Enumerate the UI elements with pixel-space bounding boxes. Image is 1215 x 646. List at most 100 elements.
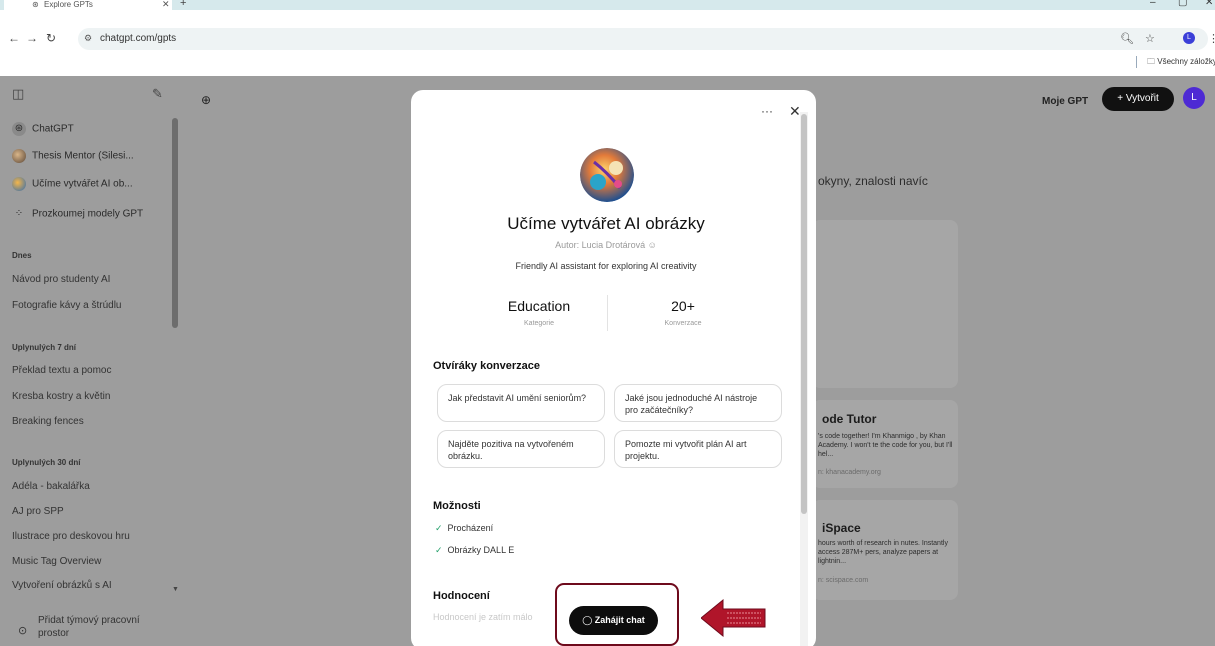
sidebar-chat-item[interactable]: Kresba kostry a květin <box>12 391 110 402</box>
forward-icon[interactable]: → <box>26 31 38 45</box>
stat-label: Konverzace <box>664 320 702 327</box>
browser-tab[interactable]: ⊛ Explore GPTs ✕ <box>4 0 172 10</box>
scroll-down-icon[interactable]: ▼ <box>172 586 179 593</box>
new-tab-icon[interactable]: + <box>180 0 186 9</box>
gpt-detail-modal: ··· ✕ Učíme vytvářet AI obrázky Autor: L… <box>411 90 816 646</box>
sidebar-item-chatgpt[interactable]: ⊛ ChatGPT <box>12 122 74 136</box>
stat-category: Education Kategorie <box>464 298 614 327</box>
sidebar-chat-item[interactable]: Vytvoření obrázků s AI <box>12 580 112 591</box>
conversation-starter[interactable]: Jaké jsou jednoduché AI nástroje pro zač… <box>614 384 782 422</box>
conversation-starter[interactable]: Pomozte mi vytvořit plán AI art projektu… <box>614 430 782 468</box>
person-icon: ☺ <box>647 240 657 250</box>
bookmark-star-icon[interactable]: ☆ <box>1145 32 1155 45</box>
card-author: n: khanacademy.org <box>818 469 881 476</box>
back-icon[interactable]: ← <box>8 31 20 45</box>
conversation-starter[interactable]: Jak představit AI umění seniorům? <box>437 384 605 422</box>
stat-label: Kategorie <box>524 320 554 327</box>
browser-tabstrip: ⌄ ⊛ Explore GPTs ✕ + – ▢ ✕ <box>0 0 1215 10</box>
capability-label: Procházení <box>447 523 494 533</box>
zoom-icon[interactable]: 🔍︎ <box>1120 32 1134 45</box>
modal-scrollbar-thumb[interactable] <box>801 114 807 514</box>
gpt-author: Autor: Lucia Drotárová ☺ <box>411 240 801 250</box>
sidebar-item-label: Učíme vytvářet AI ob... <box>32 178 133 190</box>
capability-item: ✓ Procházení <box>435 523 493 534</box>
more-options-icon[interactable]: ··· <box>761 104 773 118</box>
background-card <box>812 220 958 388</box>
gpt-description: Friendly AI assistant for exploring AI c… <box>515 261 697 271</box>
card-title: ode Tutor <box>822 412 877 426</box>
check-icon: ✓ <box>435 523 443 533</box>
sidebar-chat-item[interactable]: Fotografie kávy a štrúdlu <box>12 300 122 311</box>
sidebar-chat-item[interactable]: Návod pro studenty AI <box>12 274 110 285</box>
browser-profile-avatar[interactable]: L <box>1183 32 1195 44</box>
sidebar-chat-item[interactable]: Překlad textu a pomoc <box>12 365 112 376</box>
sidebar-item-label: Thesis Mentor (Silesi... <box>32 150 134 162</box>
restore-icon[interactable]: ▢ <box>1178 0 1187 8</box>
browser-menu-icon[interactable]: ⋮ <box>1208 32 1215 45</box>
sidebar-item-thesis-mentor[interactable]: Thesis Mentor (Silesi... <box>12 149 134 163</box>
card-title: iSpace <box>822 521 861 535</box>
all-bookmarks-folder[interactable]: 🗀 Všechny záložky <box>1147 56 1215 70</box>
close-icon[interactable]: ✕ <box>789 103 801 120</box>
check-icon: ✓ <box>435 545 443 555</box>
chat-bubble-icon: ◯ <box>582 615 593 625</box>
start-chat-button[interactable]: ◯ Zahájit chat <box>569 606 658 635</box>
sidebar-item-label: ChatGPT <box>32 123 74 135</box>
site-settings-icon[interactable]: ⚙ <box>84 33 92 44</box>
sidebar-item-ucime-ai[interactable]: Učíme vytvářet AI ob... <box>12 177 133 191</box>
stat-value: 20+ <box>671 298 695 314</box>
sidebar-group-heading: Uplynulých 7 dní <box>12 343 77 352</box>
gpt-avatar-icon <box>12 177 26 191</box>
starters-heading: Otvíráky konverzace <box>433 360 541 372</box>
minimize-icon[interactable]: – <box>1150 0 1156 8</box>
sidebar-chat-item[interactable]: Music Tag Overview <box>12 556 101 567</box>
sidebar-chat-item[interactable]: AJ pro SPP <box>12 506 64 517</box>
stat-value: Education <box>507 298 571 314</box>
rating-heading: Hodnocení <box>433 590 490 602</box>
background-headline: okyny, znalosti navíc <box>818 174 928 188</box>
capabilities-heading: Možnosti <box>433 500 481 512</box>
gpt-logo <box>580 148 634 202</box>
sidebar-chat-item[interactable]: Ilustrace pro deskovou hru <box>12 531 130 542</box>
openai-favicon-icon: ⊛ <box>32 0 39 9</box>
sidebar-item-explore-gpts[interactable]: ⁘ Prozkoumej modely GPT <box>12 207 143 221</box>
team-workspace-icon: ⊙ <box>18 625 28 637</box>
rating-note: Hodnocení je zatím málo <box>433 612 533 622</box>
card-description: hours worth of research in nutes. Instan… <box>818 540 948 565</box>
sidebar-item-label: Prozkoumej modely GPT <box>32 208 144 220</box>
address-bar[interactable]: ⚙ chatgpt.com/gpts <box>78 28 1208 50</box>
bookmarks-folder-label: Všechny záložky <box>1157 57 1215 66</box>
globe-icon: ⊕ <box>201 93 212 107</box>
sidebar-group-heading: Dnes <box>12 251 32 260</box>
folder-icon: 🗀 <box>1147 57 1155 66</box>
create-gpt-button[interactable]: + Vytvořit <box>1102 87 1174 111</box>
author-text: Autor: Lucia Drotárová <box>555 240 646 250</box>
stat-conversations: 20+ Konverzace <box>608 298 758 327</box>
sidebar-scrollbar[interactable] <box>172 118 178 328</box>
openai-icon: ⊛ <box>12 122 26 136</box>
user-avatar[interactable]: L <box>1183 87 1205 109</box>
tab-title: Explore GPTs <box>44 0 93 9</box>
tab-close-icon[interactable]: ✕ <box>162 0 170 10</box>
url-text: chatgpt.com/gpts <box>100 33 177 44</box>
conversation-starter[interactable]: Najděte pozitiva na vytvořeném obrázku. <box>437 430 605 468</box>
my-gpts-link[interactable]: Moje GPT <box>1042 96 1088 107</box>
grid-icon: ⁘ <box>14 208 24 219</box>
card-description: 's code together! I'm Khanmigo , by Khan… <box>818 433 953 458</box>
close-window-icon[interactable]: ✕ <box>1205 0 1213 8</box>
capability-label: Obrázky DALL E <box>447 545 515 555</box>
reload-icon[interactable]: ↻ <box>46 31 56 45</box>
new-chat-icon[interactable]: ✎ <box>152 86 163 102</box>
gpt-avatar-icon <box>12 149 26 163</box>
annotation-arrow-icon <box>701 598 766 638</box>
sidebar-toggle-icon[interactable]: ◫ <box>12 86 24 102</box>
gpt-title: Učíme vytvářet AI obrázky <box>507 214 705 233</box>
sidebar-group-heading: Uplynulých 30 dní <box>12 458 81 467</box>
capability-item: ✓ Obrázky DALL E <box>435 545 514 556</box>
start-chat-label: Zahájit chat <box>594 615 645 625</box>
add-team-workspace[interactable]: Přidat týmový pracovní prostor <box>38 614 158 640</box>
sidebar-chat-item[interactable]: Breaking fences <box>12 416 84 427</box>
card-author: n: scispace.com <box>818 577 869 584</box>
bookmarks-separator <box>1136 56 1137 68</box>
sidebar-chat-item[interactable]: Adéla - bakalářka <box>12 481 90 492</box>
